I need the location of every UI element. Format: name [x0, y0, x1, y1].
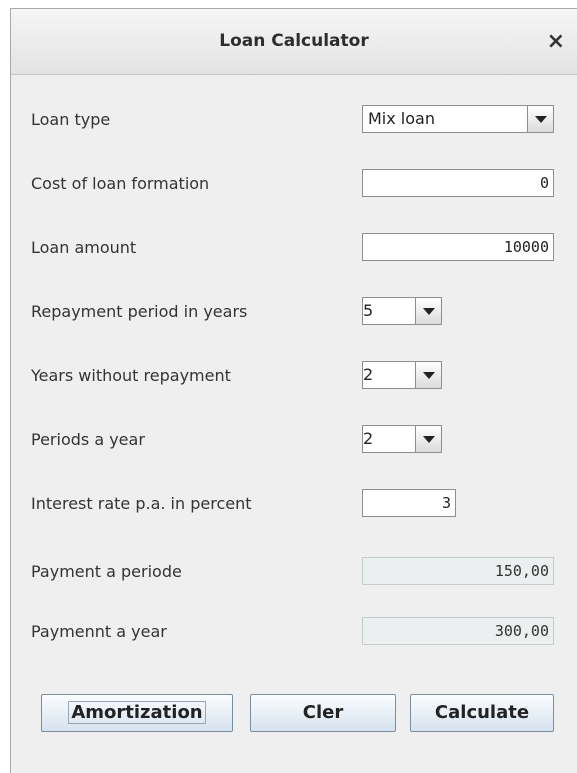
repayment-period-label: Repayment period in years — [31, 302, 248, 321]
chevron-down-icon[interactable] — [415, 298, 441, 324]
periods-a-year-label: Periods a year — [31, 430, 145, 449]
chevron-down-icon[interactable] — [415, 362, 441, 388]
years-without-repayment-label: Years without repayment — [31, 366, 231, 385]
years-without-repayment-select[interactable]: 2 — [362, 361, 442, 389]
payment-a-periode-label: Payment a periode — [31, 562, 182, 581]
calculate-button-label: Calculate — [434, 702, 530, 723]
clear-button[interactable]: Cler — [250, 694, 396, 732]
calculate-button[interactable]: Calculate — [410, 694, 554, 732]
chevron-down-icon[interactable] — [527, 106, 553, 132]
periods-a-year-select[interactable]: 2 — [362, 425, 442, 453]
title-bar[interactable]: Loan Calculator × — [11, 9, 577, 75]
window-title: Loan Calculator — [219, 31, 369, 51]
periods-a-year-value: 2 — [363, 429, 374, 448]
loan-amount-field[interactable]: 10000 — [362, 233, 554, 261]
clear-button-label: Cler — [302, 702, 344, 723]
payment-a-year-label: Paymennt a year — [31, 622, 167, 641]
cost-of-loan-formation-field[interactable]: 0 — [362, 169, 554, 197]
close-icon[interactable]: × — [547, 9, 565, 74]
years-without-repayment-value: 2 — [363, 365, 374, 384]
payment-a-year-field: 300,00 — [362, 617, 554, 645]
interest-rate-field[interactable]: 3 — [362, 489, 456, 517]
loan-type-label: Loan type — [31, 110, 111, 129]
interest-rate-label: Interest rate p.a. in percent — [31, 494, 252, 513]
repayment-period-select[interactable]: 5 — [362, 297, 442, 325]
amortization-button[interactable]: Amortization — [41, 694, 233, 732]
repayment-period-value: 5 — [363, 301, 374, 320]
chevron-down-icon[interactable] — [415, 426, 441, 452]
loan-type-select[interactable]: Mix loan — [362, 105, 554, 133]
loan-type-value: Mix loan — [368, 109, 435, 128]
loan-amount-label: Loan amount — [31, 238, 137, 257]
payment-a-periode-field: 150,00 — [362, 557, 554, 585]
cost-of-loan-formation-label: Cost of loan formation — [31, 174, 210, 193]
amortization-button-label: Amortization — [68, 701, 206, 724]
